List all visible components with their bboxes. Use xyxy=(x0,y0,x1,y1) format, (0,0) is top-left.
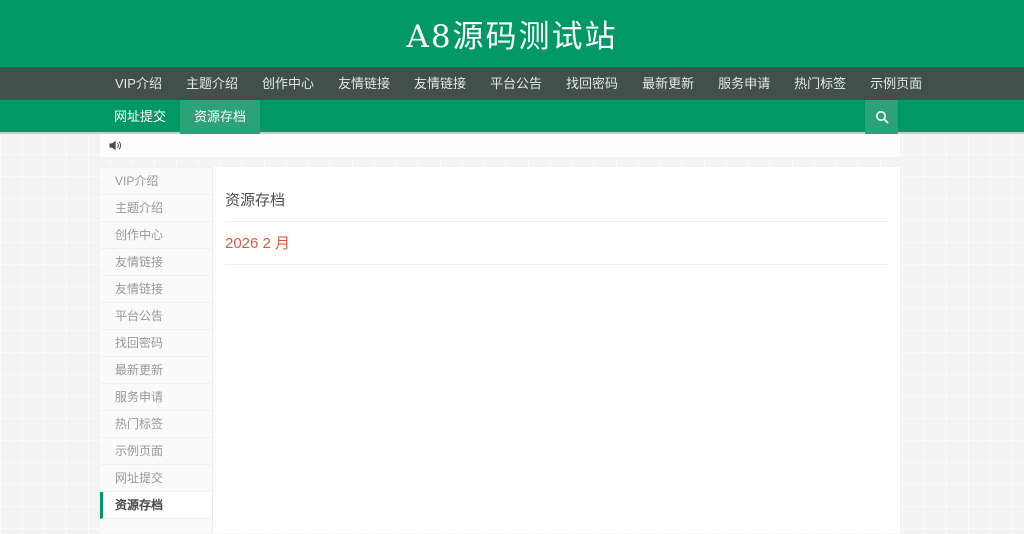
sidebar-item-partial[interactable] xyxy=(100,519,212,533)
sidebar-item-announcement[interactable]: 平台公告 xyxy=(100,303,212,330)
sidebar-item-updates[interactable]: 最新更新 xyxy=(100,357,212,384)
subnav-item-archives[interactable]: 资源存档 xyxy=(180,100,261,134)
archive-link-2026-02[interactable]: 2026 2 月 xyxy=(225,235,290,252)
speaker-icon xyxy=(109,140,122,151)
sidebar-item-links-1[interactable]: 友情链接 xyxy=(100,249,212,276)
sidebar-item-sample-page[interactable]: 示例页面 xyxy=(100,438,212,465)
nav-item-announcement[interactable]: 平台公告 xyxy=(478,67,554,100)
sidebar-item-archives[interactable]: 资源存档 xyxy=(100,492,212,519)
sidebar-item-vip[interactable]: VIP介绍 xyxy=(100,168,212,195)
page-title: 资源存档 xyxy=(225,189,888,222)
nav-item-sample-page[interactable]: 示例页面 xyxy=(858,67,934,100)
subnav-item-url-submit[interactable]: 网址提交 xyxy=(100,100,180,134)
sidebar-item-create-center[interactable]: 创作中心 xyxy=(100,222,212,249)
sidebar-item-password[interactable]: 找回密码 xyxy=(100,330,212,357)
nav-item-links-2[interactable]: 友情链接 xyxy=(402,67,478,100)
archive-list-item: 2026 2 月 xyxy=(225,222,888,265)
main-nav: VIP介绍 主题介绍 创作中心 友情链接 友情链接 平台公告 找回密码 最新更新… xyxy=(0,67,1024,100)
sidebar-item-url-submit[interactable]: 网址提交 xyxy=(100,465,212,492)
nav-item-vip[interactable]: VIP介绍 xyxy=(103,67,174,100)
search-button[interactable] xyxy=(865,100,898,134)
search-icon xyxy=(875,110,889,124)
sidebar-item-service[interactable]: 服务申请 xyxy=(100,384,212,411)
nav-item-create-center[interactable]: 创作中心 xyxy=(250,67,326,100)
content-area: VIP介绍 主题介绍 创作中心 友情链接 友情链接 平台公告 找回密码 最新更新… xyxy=(100,167,900,533)
sub-nav-inner: 网址提交 资源存档 xyxy=(100,100,900,134)
main-panel: 资源存档 2026 2 月 xyxy=(213,167,900,533)
sidebar: VIP介绍 主题介绍 创作中心 友情链接 友情链接 平台公告 找回密码 最新更新… xyxy=(100,167,213,533)
main-nav-inner: VIP介绍 主题介绍 创作中心 友情链接 友情链接 平台公告 找回密码 最新更新… xyxy=(100,67,922,100)
sub-nav: 网址提交 资源存档 xyxy=(0,100,1024,134)
nav-item-password[interactable]: 找回密码 xyxy=(554,67,630,100)
site-header: A8源码测试站 xyxy=(0,0,1024,67)
sidebar-item-tags[interactable]: 热门标签 xyxy=(100,411,212,438)
sidebar-item-theme[interactable]: 主题介绍 xyxy=(100,195,212,222)
nav-item-updates[interactable]: 最新更新 xyxy=(630,67,706,100)
nav-item-theme[interactable]: 主题介绍 xyxy=(174,67,250,100)
site-title: A8源码测试站 xyxy=(406,19,618,55)
nav-item-tags[interactable]: 热门标签 xyxy=(782,67,858,100)
announcement-bar xyxy=(100,134,900,157)
sidebar-item-links-2[interactable]: 友情链接 xyxy=(100,276,212,303)
nav-item-service[interactable]: 服务申请 xyxy=(706,67,782,100)
nav-item-links-1[interactable]: 友情链接 xyxy=(326,67,402,100)
